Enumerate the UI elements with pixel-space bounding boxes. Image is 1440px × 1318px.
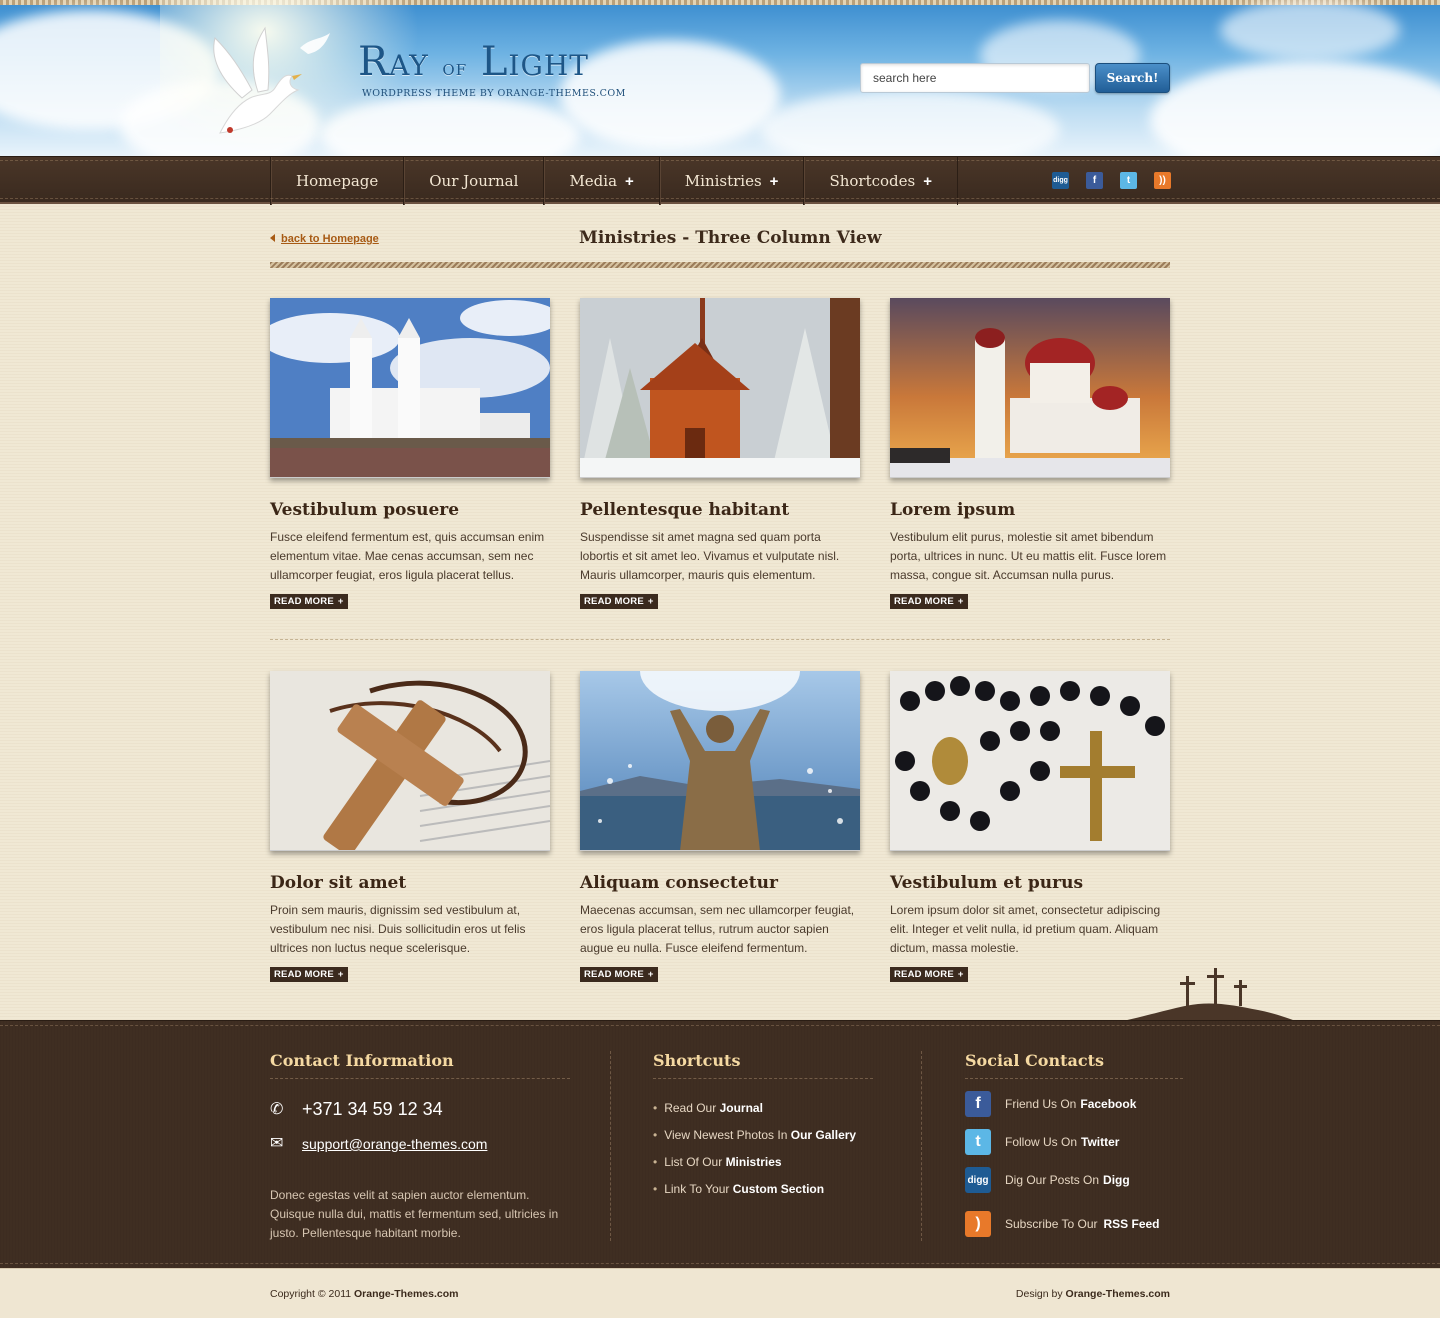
ministry-card: Lorem ipsum Vestibulum elit purus, moles… [890, 298, 1172, 609]
footer-divider [921, 1051, 922, 1241]
orthodox-church-sunset-photo[interactable] [890, 298, 1170, 478]
back-to-homepage-link[interactable]: back to Homepage [270, 233, 379, 245]
shortcuts-column: Shortcuts • Read Our Journal • View Newest… [653, 1051, 873, 1209]
social-twitter[interactable]: t Follow Us On Twitter [965, 1129, 1183, 1155]
nav-item-shortcodes[interactable]: Shortcodes + [803, 157, 958, 205]
nav-item-our-journal[interactable]: Our Journal [403, 157, 543, 205]
main-nav: Homepage Our Journal Media + Ministries + … [0, 156, 1440, 205]
plus-icon: + [957, 596, 964, 607]
card-title[interactable]: Vestibulum posuere [270, 500, 552, 520]
shortcut-ministries[interactable]: • List Of Our Ministries [653, 1155, 873, 1169]
design-credit: Design by Orange-Themes.com [1015, 1288, 1170, 1300]
nav-menu: Homepage Our Journal Media + Ministries + … [270, 157, 958, 205]
white-cathedral-photo[interactable] [270, 298, 550, 478]
card-text: Fusce eleifend fermentum est, quis accum… [270, 530, 545, 582]
red-chapel-snow-photo[interactable] [580, 298, 860, 478]
card-text: Lorem ipsum dolor sit amet, consectetur … [890, 903, 1161, 955]
plus-icon: + [337, 969, 344, 980]
card-text: Suspendisse sit amet magna sed quam port… [580, 530, 840, 582]
nav-item-media[interactable]: Media + [543, 157, 658, 205]
plus-icon: + [923, 172, 932, 190]
card-title[interactable]: Pellentesque habitant [580, 500, 862, 520]
site-footer: Contact Information ✆ +371 34 59 12 34 ✉… [0, 1020, 1440, 1268]
contact-column: Contact Information ✆ +371 34 59 12 34 ✉… [270, 1051, 570, 1243]
site-logo[interactable]: Ray of Light WORDPRESS THEME BY ORANGE-T… [358, 42, 626, 99]
email-link[interactable]: support@orange-themes.com [302, 1136, 487, 1152]
bottom-bar: Copyright © 2011 Orange-Themes.com Desig… [0, 1268, 1440, 1318]
social-heading: Social Contacts [965, 1051, 1104, 1070]
rosary-beads-photo[interactable] [890, 671, 1170, 851]
card-title[interactable]: Dolor sit amet [270, 873, 552, 893]
card-text: Maecenas accumsan, sem nec ullamcorper f… [580, 903, 855, 955]
social-column: Social Contacts f Friend Us On Facebook t… [965, 1051, 1183, 1237]
header-social-icons: digg f t )) [1052, 172, 1171, 189]
read-more-button[interactable]: READ MORE + [270, 967, 348, 982]
row-divider [270, 639, 1170, 640]
title-divider [270, 262, 1170, 268]
search-button[interactable]: Search! [1095, 63, 1170, 93]
digg-icon: digg [965, 1167, 991, 1193]
envelope-icon: ✉ [270, 1135, 284, 1152]
social-facebook[interactable]: f Friend Us On Facebook [965, 1091, 1183, 1117]
plus-icon: + [625, 172, 634, 190]
nav-item-homepage[interactable]: Homepage [270, 157, 403, 205]
ministry-card: Pellentesque habitant Suspendisse sit am… [580, 298, 862, 609]
phone-number: +371 34 59 12 34 [302, 1099, 443, 1119]
shortcut-custom-section[interactable]: • Link To Your Custom Section [653, 1182, 873, 1196]
statue-raised-arms-photo[interactable] [580, 671, 860, 851]
arrow-left-icon [270, 234, 275, 242]
card-text: Proin sem mauris, dignissim sed vestibul… [270, 903, 526, 955]
social-digg[interactable]: digg Dig Our Posts On Digg [965, 1167, 1183, 1193]
dove-icon [213, 26, 330, 134]
plus-icon: + [647, 596, 654, 607]
copyright: Copyright © 2011 Orange-Themes.com [270, 1288, 459, 1300]
ministry-card: Vestibulum posuere Fusce eleifend fermen… [270, 298, 552, 609]
page-title: Ministries - Three Column View [579, 228, 882, 248]
logo-title: Ray of Light [358, 39, 589, 85]
ministry-card: Dolor sit amet Proin sem mauris, digniss… [270, 671, 552, 982]
site-header: Ray of Light WORDPRESS THEME BY ORANGE-T… [0, 0, 1440, 156]
social-rss[interactable]: ) Subscribe To Our RSS Feed [965, 1211, 1183, 1237]
card-title[interactable]: Lorem ipsum [890, 500, 1172, 520]
footer-divider [610, 1051, 611, 1241]
phone-row: ✆ +371 34 59 12 34 [270, 1099, 570, 1120]
card-text: Vestibulum elit purus, molestie sit amet… [890, 530, 1167, 582]
nav-item-ministries[interactable]: Ministries + [658, 157, 804, 205]
card-title[interactable]: Aliquam consectetur [580, 873, 862, 893]
plus-icon: + [957, 969, 964, 980]
shortcuts-heading: Shortcuts [653, 1051, 741, 1070]
twitter-icon: t [965, 1129, 991, 1155]
ministry-card: Aliquam consectetur Maecenas accumsan, s… [580, 671, 862, 982]
read-more-button[interactable]: READ MORE + [890, 594, 968, 609]
shortcut-gallery[interactable]: • View Newest Photos In Our Gallery [653, 1128, 873, 1142]
email-row: ✉ support@orange-themes.com [270, 1135, 570, 1153]
design-link[interactable]: Orange-Themes.com [1066, 1288, 1170, 1300]
shortcuts-list: • Read Our Journal • View Newest Photos In… [653, 1101, 873, 1196]
ministry-card: Vestibulum et purus Lorem ipsum dolor si… [890, 671, 1172, 982]
plus-icon: + [647, 969, 654, 980]
copyright-link[interactable]: Orange-Themes.com [354, 1288, 458, 1300]
read-more-button[interactable]: READ MORE + [270, 594, 348, 609]
plus-icon: + [337, 596, 344, 607]
read-more-button[interactable]: READ MORE + [580, 967, 658, 982]
logo-subtitle: WORDPRESS THEME BY ORANGE-THEMES.COM [362, 88, 626, 99]
read-more-button[interactable]: READ MORE + [580, 594, 658, 609]
three-crosses-icon [1118, 968, 1298, 1022]
main-content: back to Homepage Ministries - Three Colu… [0, 206, 1440, 1022]
facebook-icon: f [965, 1091, 991, 1117]
card-title[interactable]: Vestibulum et purus [890, 873, 1172, 893]
shortcut-journal[interactable]: • Read Our Journal [653, 1101, 873, 1115]
wooden-cross-bible-photo[interactable] [270, 671, 550, 851]
contact-heading: Contact Information [270, 1051, 454, 1070]
read-more-button[interactable]: READ MORE + [890, 967, 968, 982]
contact-description: Donec egestas velit at sapien auctor ele… [270, 1188, 559, 1240]
digg-icon[interactable]: digg [1052, 172, 1069, 189]
search-input[interactable] [860, 63, 1090, 93]
plus-icon: + [769, 172, 779, 190]
rss-icon[interactable]: )) [1154, 172, 1171, 189]
rss-icon: ) [965, 1211, 991, 1237]
twitter-icon[interactable]: t [1120, 172, 1137, 189]
phone-icon: ✆ [270, 1100, 284, 1118]
facebook-icon[interactable]: f [1086, 172, 1103, 189]
